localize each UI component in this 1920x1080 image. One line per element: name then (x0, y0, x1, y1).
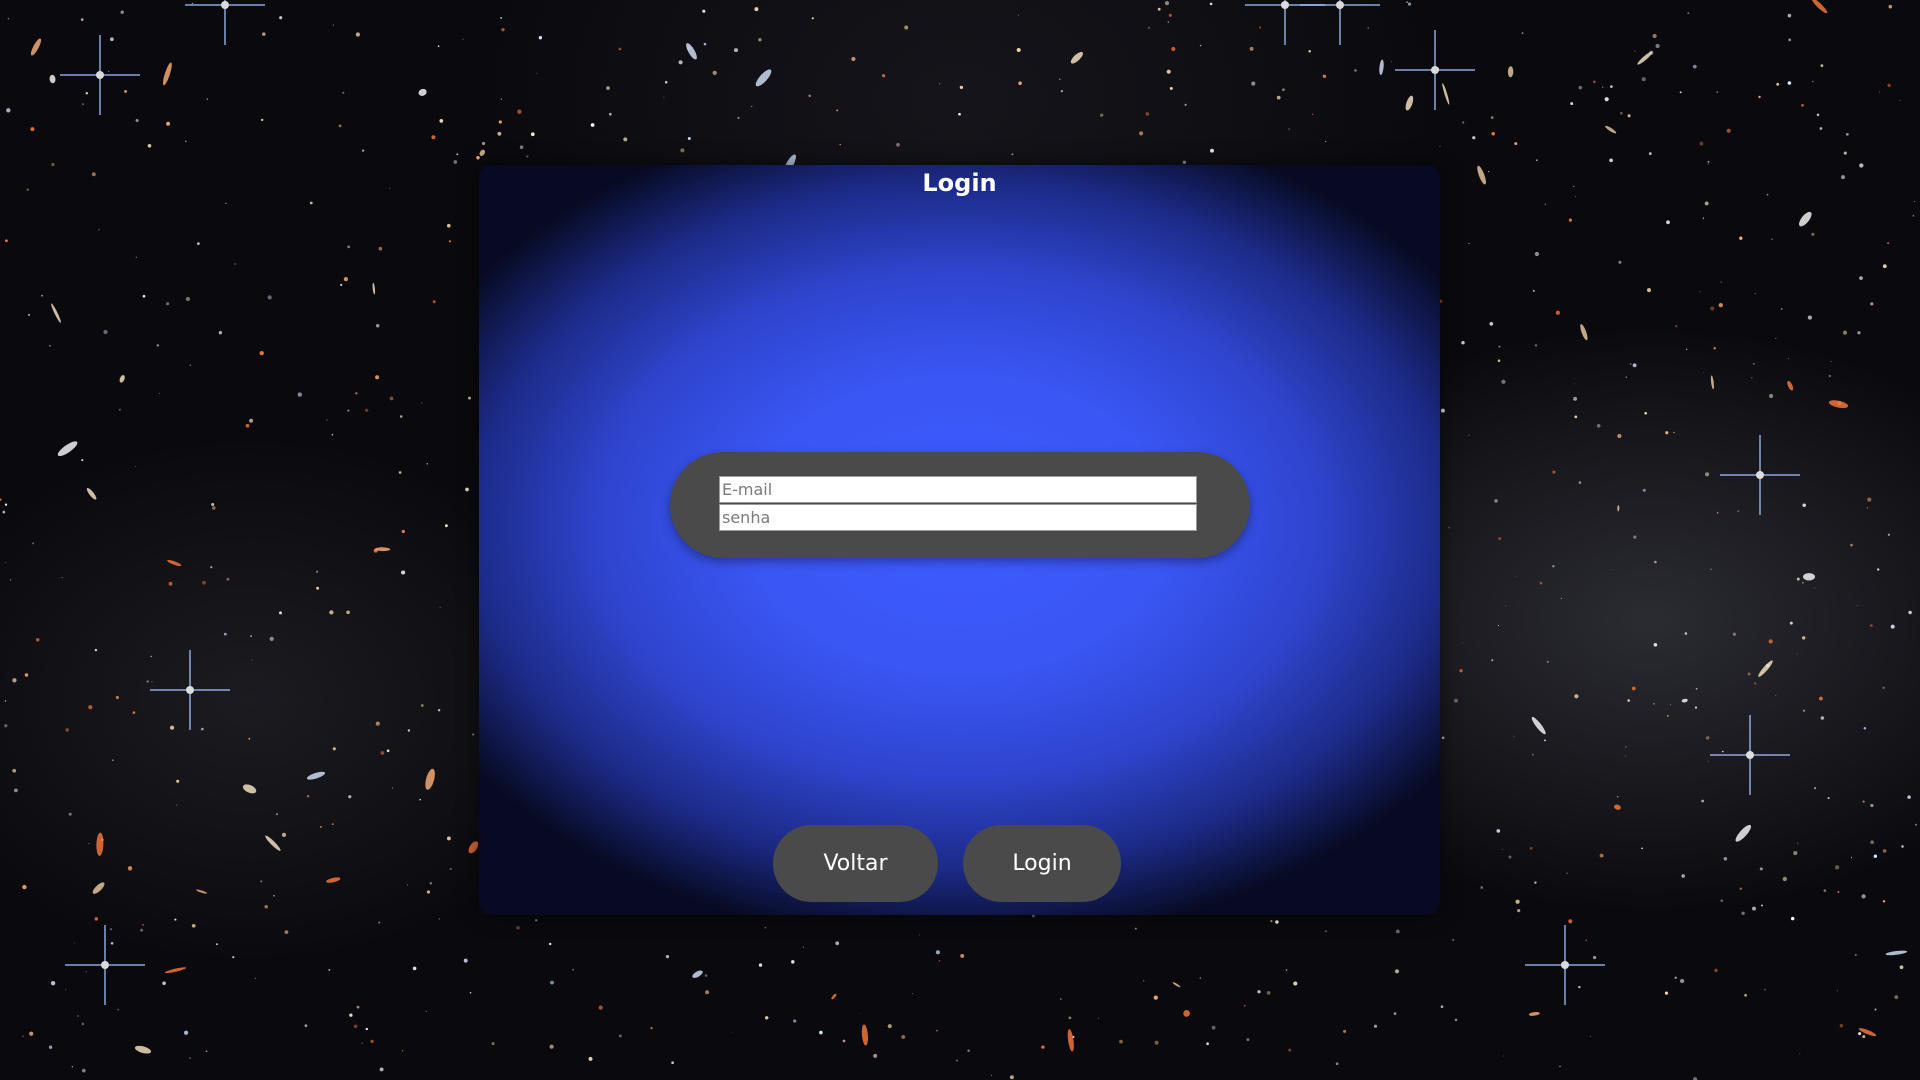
back-button[interactable]: Voltar (773, 825, 938, 902)
email-field[interactable] (719, 476, 1197, 503)
page-title: Login (922, 169, 997, 197)
password-field[interactable] (719, 504, 1197, 531)
login-button[interactable]: Login (963, 825, 1121, 902)
login-panel: Login Voltar Login (479, 165, 1440, 915)
login-form (670, 452, 1250, 558)
